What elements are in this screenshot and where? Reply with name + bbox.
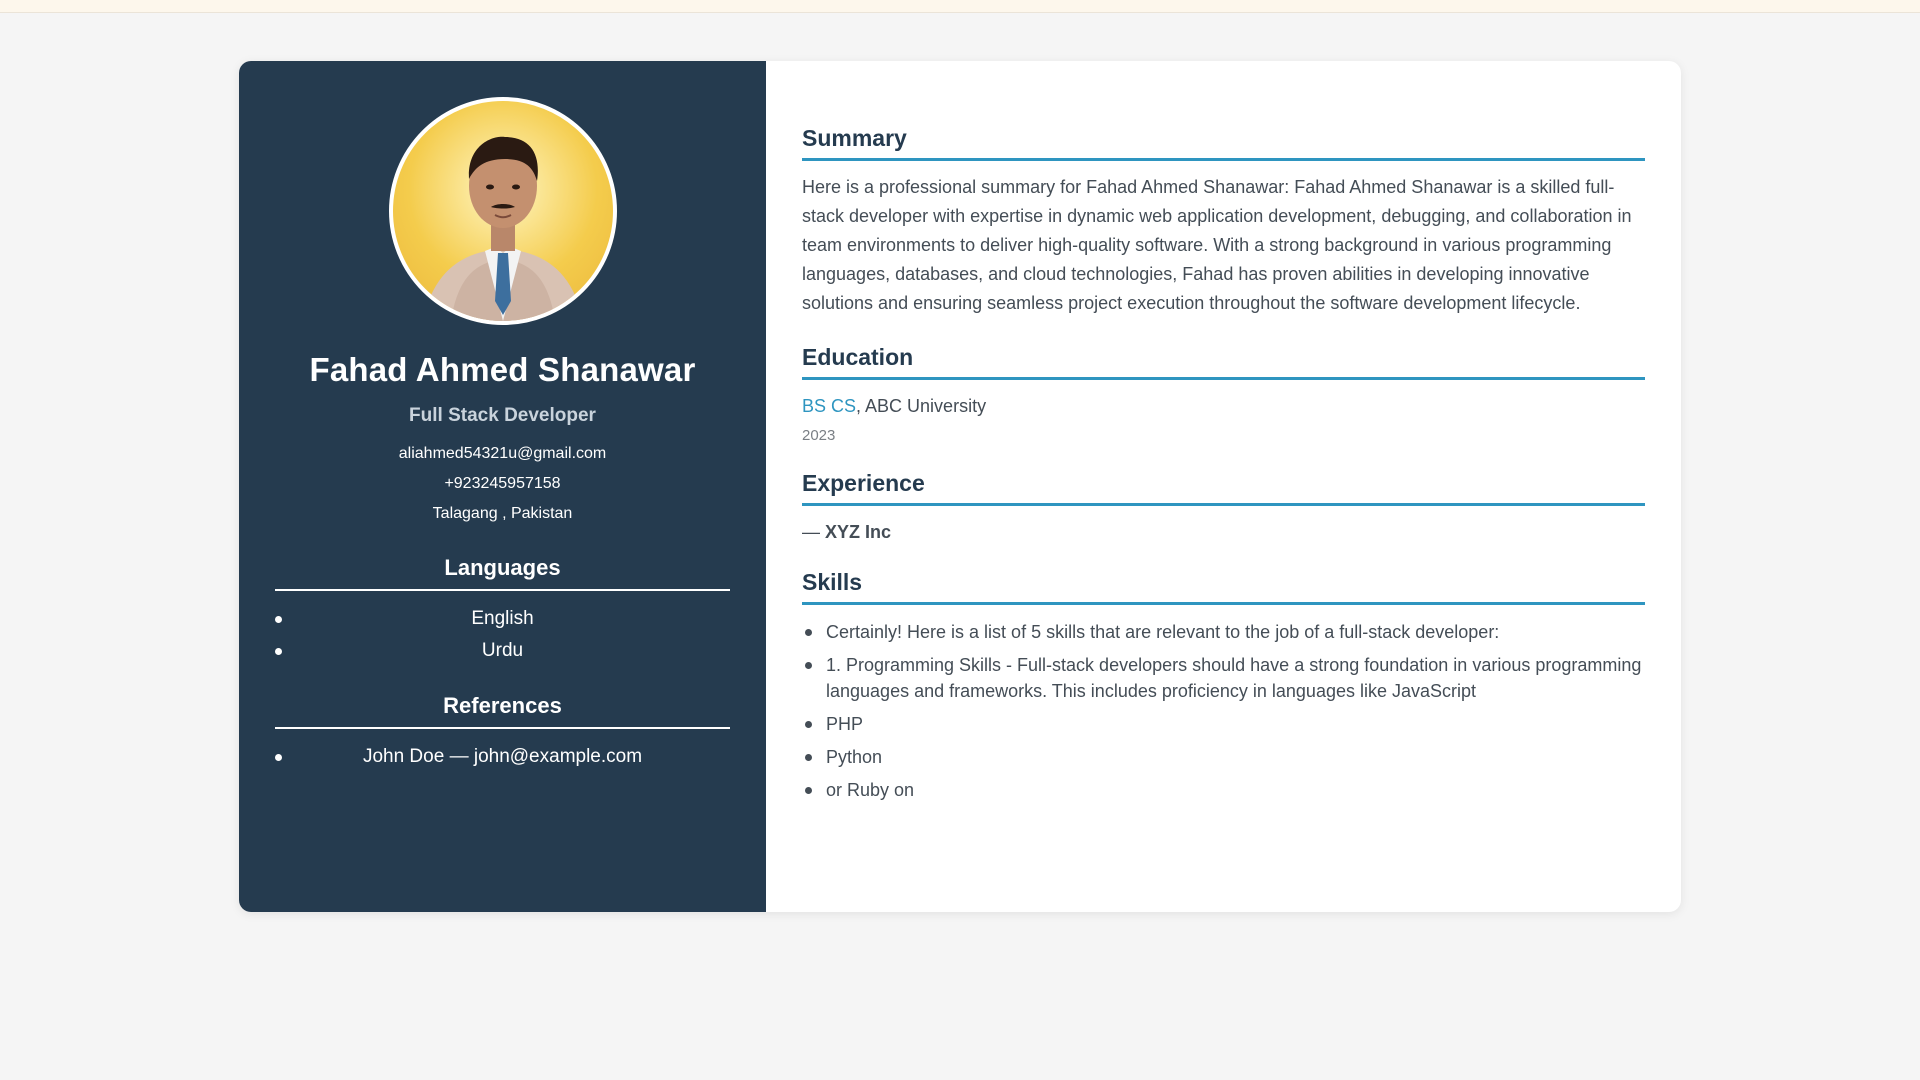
education-section: Education BS CS, ABC University 2023 bbox=[802, 344, 1645, 444]
experience-dash: — bbox=[802, 522, 826, 542]
languages-heading: Languages bbox=[275, 555, 730, 591]
references-heading: References bbox=[275, 693, 730, 729]
education-institution: , ABC University bbox=[856, 396, 987, 416]
browser-top-strip bbox=[0, 0, 1920, 13]
experience-company: XYZ Inc bbox=[825, 522, 892, 542]
skills-heading: Skills bbox=[802, 569, 1645, 605]
skill-text: Python bbox=[826, 747, 883, 767]
education-year: 2023 bbox=[802, 427, 836, 444]
list-item: Urdu bbox=[275, 635, 730, 667]
resume-main: Summary Here is a professional summary f… bbox=[766, 61, 1681, 912]
languages-section: Languages English Urdu bbox=[275, 555, 730, 667]
bullet-icon bbox=[805, 662, 812, 669]
profile-title: Full Stack Developer bbox=[409, 405, 596, 426]
skill-text: or Ruby on bbox=[826, 780, 915, 800]
language-name: Urdu bbox=[481, 640, 524, 661]
skills-section: Skills Certainly! Here is a list of 5 sk… bbox=[802, 569, 1645, 803]
reference-entry: John Doe — john@example.com bbox=[362, 746, 643, 767]
person-portrait-icon bbox=[422, 136, 583, 321]
list-item: English bbox=[275, 603, 730, 635]
language-name: English bbox=[471, 608, 534, 629]
list-item: 1. Programming Skills - Full-stack devel… bbox=[802, 652, 1645, 704]
resume-card: Fahad Ahmed Shanawar Full Stack Develope… bbox=[239, 61, 1681, 912]
summary-text: Here is a professional summary for Fahad… bbox=[802, 177, 1632, 313]
list-item: or Ruby on bbox=[802, 777, 1645, 803]
education-entry: BS CS, ABC University bbox=[802, 396, 1645, 417]
experience-heading: Experience bbox=[802, 470, 1645, 506]
bullet-icon bbox=[805, 721, 812, 728]
list-item: John Doe — john@example.com bbox=[275, 741, 730, 773]
education-heading: Education bbox=[802, 344, 1645, 380]
summary-section: Summary Here is a professional summary f… bbox=[802, 125, 1645, 318]
references-section: References John Doe — john@example.com bbox=[275, 693, 730, 773]
resume-sidebar: Fahad Ahmed Shanawar Full Stack Develope… bbox=[239, 61, 766, 912]
contact-location: Talagang , Pakistan bbox=[432, 505, 573, 522]
list-item: Certainly! Here is a list of 5 skills th… bbox=[802, 619, 1645, 645]
experience-section: Experience — XYZ Inc bbox=[802, 470, 1645, 543]
experience-entry: — XYZ Inc bbox=[802, 522, 1645, 543]
bullet-icon bbox=[805, 754, 812, 761]
profile-photo bbox=[388, 97, 617, 325]
bullet-icon bbox=[805, 787, 812, 794]
bullet-icon bbox=[275, 616, 282, 623]
skill-text: PHP bbox=[826, 714, 864, 734]
summary-heading: Summary bbox=[802, 125, 1645, 161]
contact-email: aliahmed54321u@gmail.com bbox=[398, 445, 607, 462]
skill-text: Certainly! Here is a list of 5 skills th… bbox=[826, 622, 1500, 642]
contact-block: aliahmed54321u@gmail.com +923245957158 T… bbox=[239, 439, 766, 529]
bullet-icon bbox=[275, 754, 282, 761]
bullet-icon bbox=[805, 629, 812, 636]
contact-phone: +923245957158 bbox=[444, 475, 561, 492]
bullet-icon bbox=[275, 648, 282, 655]
list-item: Python bbox=[802, 744, 1645, 770]
references-list: John Doe — john@example.com bbox=[275, 741, 730, 773]
profile-name: Fahad Ahmed Shanawar bbox=[309, 351, 696, 388]
list-item: PHP bbox=[802, 711, 1645, 737]
education-degree: BS CS bbox=[802, 396, 857, 416]
skills-list: Certainly! Here is a list of 5 skills th… bbox=[802, 619, 1645, 803]
languages-list: English Urdu bbox=[275, 603, 730, 667]
skill-text: 1. Programming Skills - Full-stack devel… bbox=[826, 655, 1642, 701]
